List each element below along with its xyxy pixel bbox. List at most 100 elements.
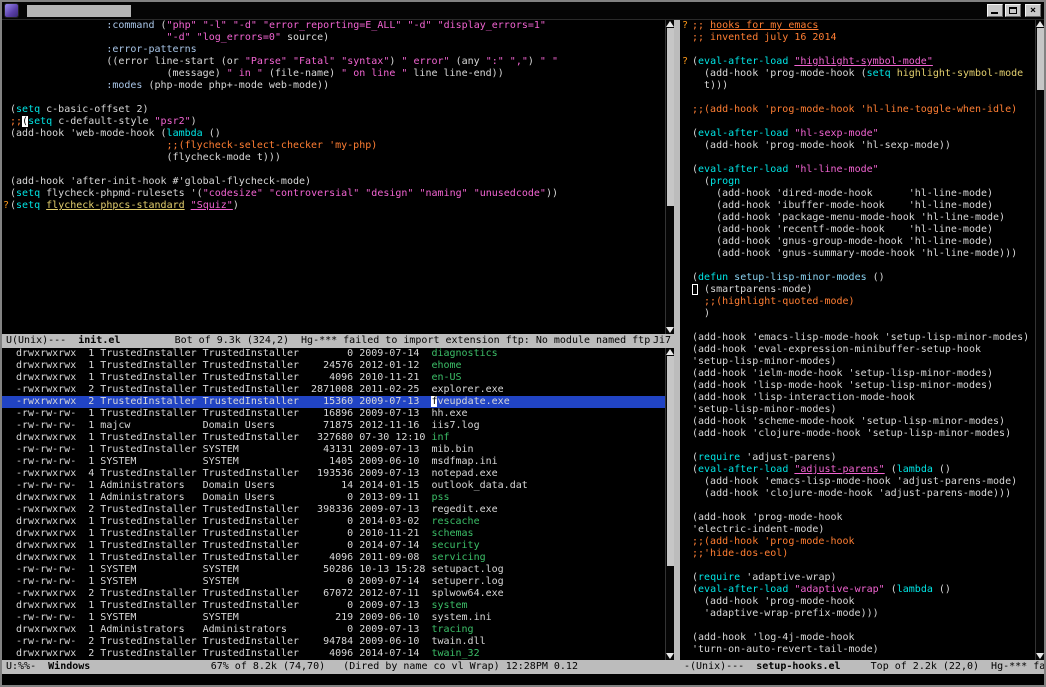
code-segment: " on line " [341, 68, 407, 79]
dired-file-name[interactable]: twain.dll [431, 636, 485, 647]
code-segment: (add-hook 'dired-mode-hook 'hl-line-mode… [692, 188, 993, 199]
dired-row[interactable]: drwxrwxrwx 1 TrustedInstaller TrustedIns… [2, 600, 665, 612]
dired-row[interactable]: -rw-rw-rw- 1 TrustedInstaller TrustedIns… [2, 408, 665, 420]
dired-directory-name[interactable]: system [431, 600, 467, 611]
dired-directory-name[interactable]: pss [431, 492, 449, 503]
code-segment: hooks for my emacs [710, 20, 818, 31]
scrollbar-dired[interactable] [665, 348, 674, 660]
dired-directory-name[interactable]: twain_32 [431, 648, 479, 659]
code-segment: 'setup-lisp-minor-modes) [692, 404, 837, 415]
dired-directory-name[interactable]: inf [431, 432, 449, 443]
dired-row[interactable]: -rwxrwxrwx 4 TrustedInstaller TrustedIns… [2, 468, 665, 480]
dired-file-name[interactable]: splwow64.exe [431, 588, 503, 599]
echo-area[interactable] [2, 674, 1044, 685]
dired-directory-name[interactable]: servicing [431, 552, 485, 563]
scrollbar-setup-hooks[interactable] [1035, 20, 1044, 660]
dired-file-name[interactable]: system.ini [431, 612, 491, 623]
code-segment: ;;'hide-dos-eol) [692, 548, 788, 559]
scrollbar-thumb[interactable] [1037, 28, 1044, 90]
code-segment: "naming" [419, 188, 467, 199]
code-segment: "," [510, 56, 528, 67]
dired-file-name[interactable]: msdfmap.ini [431, 456, 497, 467]
dired-row[interactable]: drwxrwxrwx 1 Administrators Administrato… [2, 624, 665, 636]
dired-file-attributes: -rw-rw-rw- 1 TrustedInstaller SYSTEM 431… [10, 444, 431, 455]
code-segment: ) [389, 56, 401, 67]
minimize-button[interactable] [987, 4, 1003, 17]
close-button[interactable]: × [1025, 4, 1041, 17]
code-segment: ":" [486, 56, 504, 67]
dired-file-attributes: -rw-rw-rw- 1 majcw Domain Users 71875 20… [10, 420, 431, 431]
code-segment: eval-after-load [698, 128, 788, 139]
scroll-up-arrow-icon[interactable] [1036, 21, 1044, 27]
dired-row-selected[interactable]: -rwxrwxrwx 2 TrustedInstaller TrustedIns… [2, 396, 665, 408]
emacs-app-icon[interactable] [5, 4, 18, 17]
dired-row[interactable]: -rwxrwxrwx 2 TrustedInstaller TrustedIns… [2, 384, 665, 396]
dired-row[interactable]: -rwxrwxrwx 2 TrustedInstaller TrustedIns… [2, 504, 665, 516]
dired-row[interactable]: -rw-rw-rw- 1 SYSTEM SYSTEM 1405 2009-06-… [2, 456, 665, 468]
dired-file-name[interactable]: setupact.log [431, 564, 503, 575]
scroll-up-arrow-icon[interactable] [666, 349, 674, 355]
dired-row[interactable]: drwxrwxrwx 1 TrustedInstaller TrustedIns… [2, 528, 665, 540]
dired-directory-name[interactable]: security [431, 540, 479, 551]
buffer-init-el[interactable]: :command ("php" "-l" "-d" "error_reporti… [2, 20, 665, 334]
dired-row[interactable]: drwxrwxrwx 1 TrustedInstaller TrustedIns… [2, 552, 665, 564]
code-segment: setq [28, 116, 52, 127]
scroll-down-arrow-icon[interactable] [1036, 653, 1044, 659]
scroll-down-arrow-icon[interactable] [666, 653, 674, 659]
scrollbar-thumb[interactable] [667, 28, 674, 206]
code-segment: lambda [897, 464, 933, 475]
dired-directory-name[interactable]: schemas [431, 528, 473, 539]
dired-row[interactable]: -rwxrwxrwx 2 TrustedInstaller TrustedIns… [2, 588, 665, 600]
dired-file-name[interactable]: iis7.log [431, 420, 479, 431]
dired-row[interactable]: drwxrwxrwx 1 TrustedInstaller TrustedIns… [2, 432, 665, 444]
dired-row[interactable]: drwxrwxrwx 1 TrustedInstaller TrustedIns… [2, 372, 665, 384]
buffer-setup-hooks[interactable]: ?;; hooks for my emacs;; invented july 1… [680, 20, 1035, 660]
dired-row[interactable]: -rw-rw-rw- 1 SYSTEM SYSTEM 0 2009-07-14 … [2, 576, 665, 588]
code-line: (require 'adaptive-wrap) [680, 572, 1035, 584]
dired-file-name[interactable]: explorer.exe [431, 384, 503, 395]
dired-file-name[interactable]: mib.bin [431, 444, 473, 455]
dired-file-name[interactable]: outlook_data.dat [431, 480, 527, 491]
dired-file-name[interactable]: notepad.exe [431, 468, 497, 479]
code-line [2, 92, 665, 104]
dired-file-attributes: drwxrwxrwx 1 TrustedInstaller TrustedIns… [10, 348, 431, 359]
dired-file-name[interactable]: hh.exe [431, 408, 467, 419]
dired-file-name[interactable]: regedit.exe [431, 504, 497, 515]
code-segment: 'adaptive-wrap-prefix-mode))) [692, 608, 879, 619]
code-segment: ((error line-start (or [10, 56, 245, 67]
code-line [680, 560, 1035, 572]
dired-directory-name[interactable]: tracing [431, 624, 473, 635]
code-line: ;;(setq c-default-style "psr2") [2, 116, 665, 128]
buffer-dired-windows[interactable]: drwxrwxrwx 1 TrustedInstaller TrustedIns… [2, 348, 665, 660]
dired-row[interactable]: -rw-rw-rw- 1 majcw Domain Users 71875 20… [2, 420, 665, 432]
dired-file-attributes: -rwxrwxrwx 2 TrustedInstaller TrustedIns… [10, 384, 431, 395]
dired-file-attributes: drwxrwxrwx 1 TrustedInstaller TrustedIns… [10, 516, 431, 527]
dired-row[interactable]: -rw-rw-rw- 1 SYSTEM SYSTEM 219 2009-06-1… [2, 612, 665, 624]
dired-row[interactable]: drwxrwxrwx 1 Administrators Domain Users… [2, 492, 665, 504]
dired-row[interactable]: -rw-rw-rw- 1 Administrators Domain Users… [2, 480, 665, 492]
dired-row[interactable]: drwxrwxrwx 1 TrustedInstaller TrustedIns… [2, 348, 665, 360]
dired-file-name[interactable]: veupdate.exe [437, 396, 509, 407]
maximize-button[interactable] [1005, 4, 1021, 17]
dired-file-attributes: -rw-rw-rw- 1 TrustedInstaller TrustedIns… [10, 408, 431, 419]
scroll-up-arrow-icon[interactable] [666, 21, 674, 27]
dired-row[interactable]: drwxrwxrwx 2 TrustedInstaller TrustedIns… [2, 648, 665, 660]
dired-row[interactable]: drwxrwxrwx 1 TrustedInstaller TrustedIns… [2, 360, 665, 372]
dired-row[interactable]: -rw-rw-rw- 1 TrustedInstaller SYSTEM 431… [2, 444, 665, 456]
code-line: (add-hook 'ibuffer-mode-hook 'hl-line-mo… [680, 200, 1035, 212]
dired-file-name[interactable]: setuperr.log [431, 576, 503, 587]
scroll-down-arrow-icon[interactable] [666, 327, 674, 333]
dired-row[interactable]: drwxrwxrwx 1 TrustedInstaller TrustedIns… [2, 516, 665, 528]
dired-directory-name[interactable]: ehome [431, 360, 461, 371]
dired-row[interactable]: -rw-rw-rw- 2 TrustedInstaller TrustedIns… [2, 636, 665, 648]
dired-directory-name[interactable]: diagnostics [431, 348, 497, 359]
scrollbar-init-el[interactable] [665, 20, 674, 334]
scrollbar-thumb[interactable] [667, 356, 674, 566]
code-segment: "-l" [203, 20, 227, 31]
dired-directory-name[interactable]: en-US [431, 372, 461, 383]
code-segment: eval-after-load [698, 584, 788, 595]
dired-directory-name[interactable]: rescache [431, 516, 479, 527]
code-segment: require [698, 452, 740, 463]
dired-row[interactable]: drwxrwxrwx 1 TrustedInstaller TrustedIns… [2, 540, 665, 552]
dired-row[interactable]: -rw-rw-rw- 1 SYSTEM SYSTEM 50286 10-13 1… [2, 564, 665, 576]
